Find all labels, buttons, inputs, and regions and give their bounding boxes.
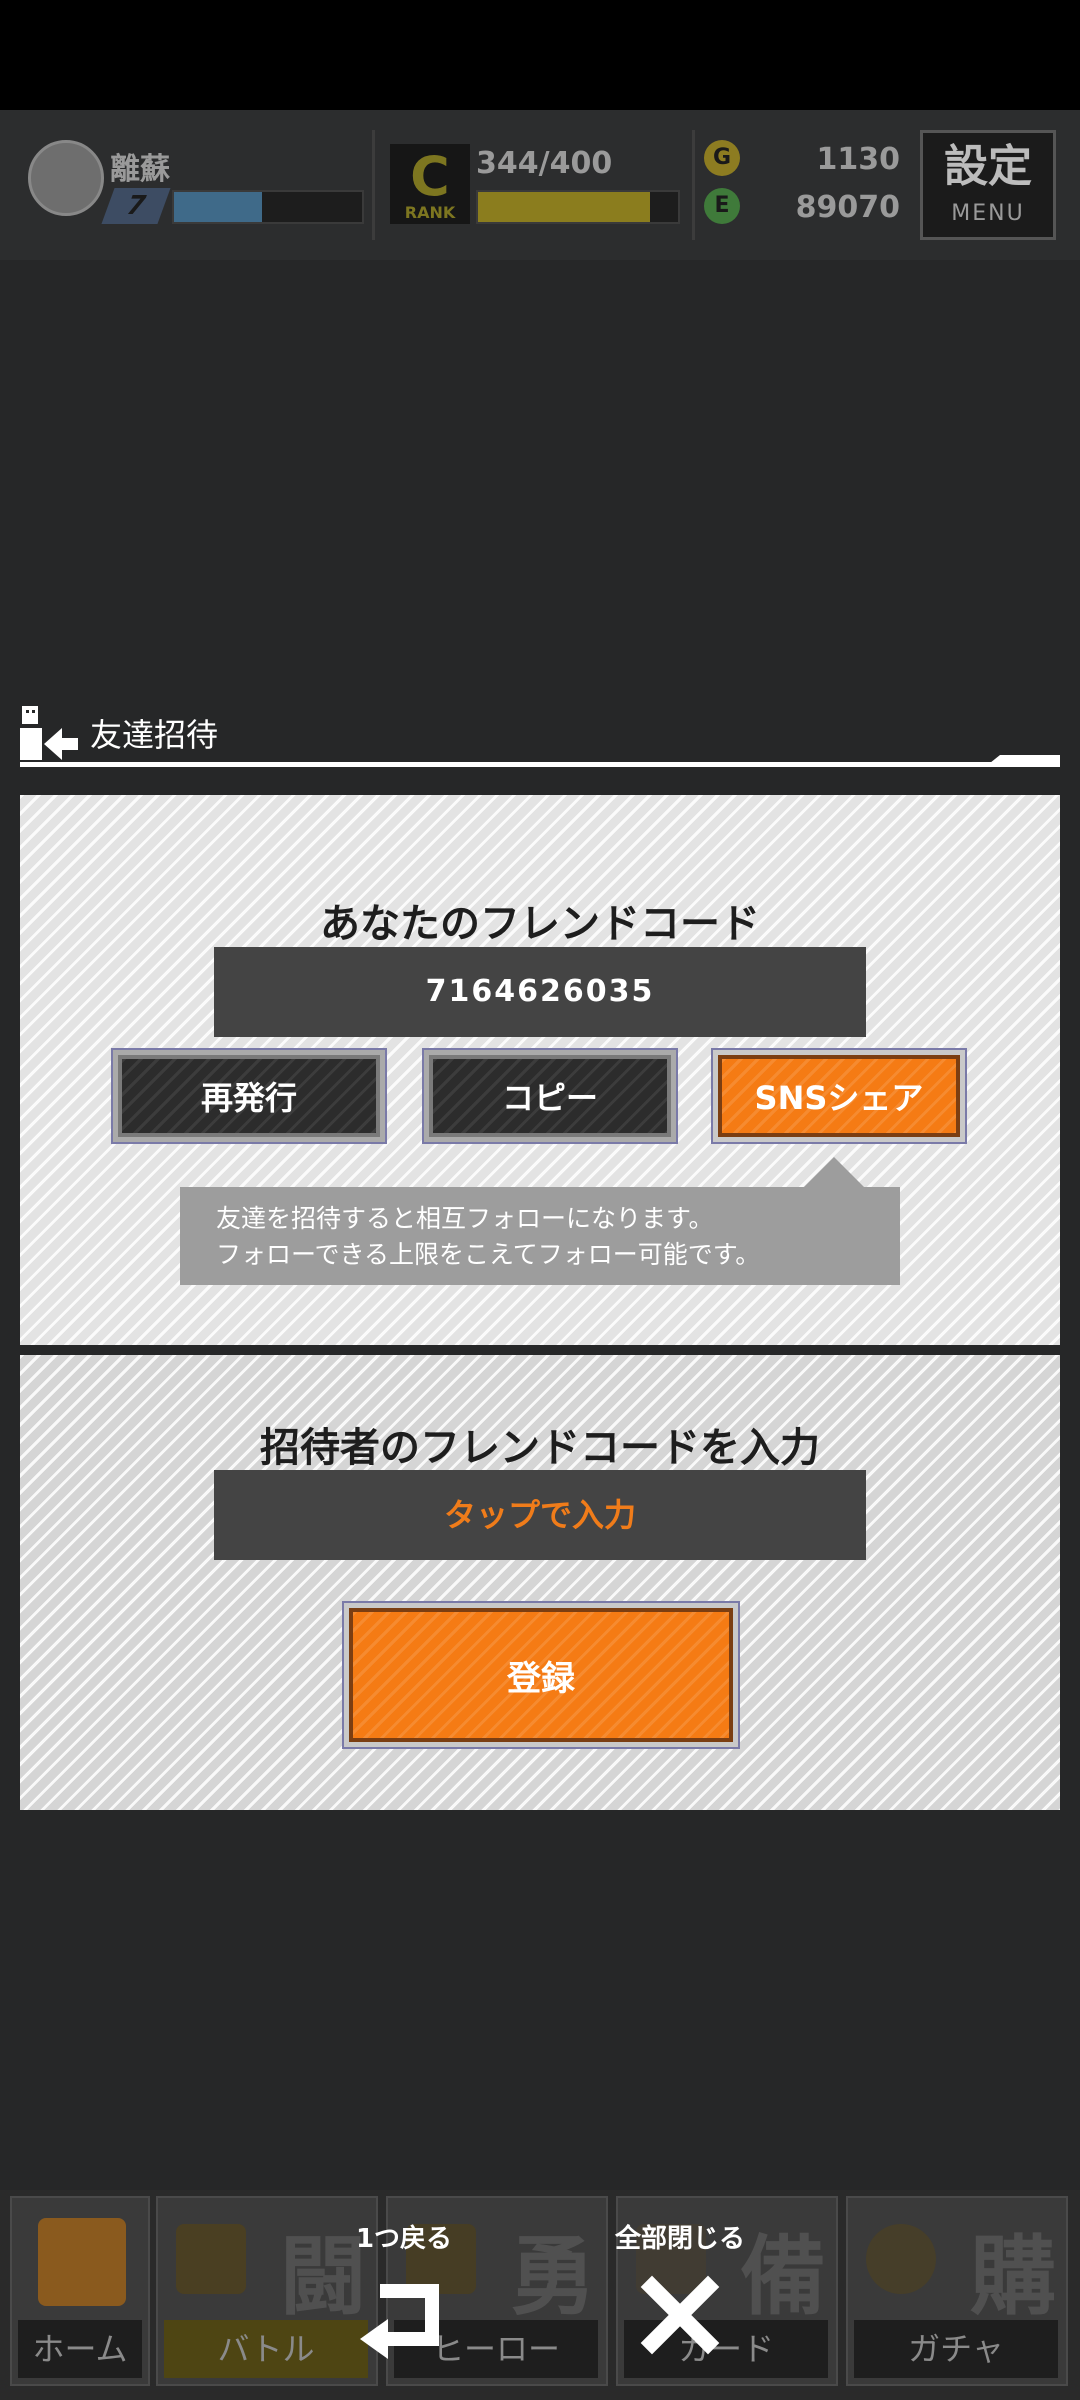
close-all-button[interactable]: 全部閉じる <box>600 2218 760 2378</box>
gold-count: 1130 <box>816 142 901 177</box>
close-icon <box>640 2275 720 2355</box>
tooltip-line-2: フォローできる上限をこえてフォロー可能です。 <box>216 1240 761 1269</box>
bottom-tab-bar: ホーム 闘 バトル 勇 ヒーロー 備 カード 購 ガチャ <box>0 2190 1080 2400</box>
status-bar <box>0 0 1080 110</box>
friend-invite-icon <box>20 706 78 760</box>
title-divider-accent <box>985 755 1060 767</box>
home-icon <box>38 2218 126 2306</box>
player-name: 離蘇 <box>110 152 170 187</box>
settings-kanji: 設定 <box>944 141 1032 192</box>
tab-hero-kanji: 勇 <box>510 2227 596 2327</box>
inviter-code-heading: 招待者のフレンドコードを入力 <box>260 1425 820 1471</box>
energy-icon: E <box>704 188 740 224</box>
level-badge: 7 <box>101 188 171 224</box>
tooltip-arrow <box>802 1157 866 1189</box>
player-hud: 離蘇 7 C RANK 344/400 G 1130 E 89070 設定 ME… <box>0 110 1080 260</box>
tab-gacha-label: ガチャ <box>854 2320 1058 2378</box>
close-all-label: 全部閉じる <box>614 2224 745 2254</box>
back-one-label: 1つ戻る <box>355 2224 453 2254</box>
tab-gacha-kanji: 購 <box>970 2227 1056 2327</box>
gold-coin-icon: G <box>704 140 740 176</box>
stamina-bar <box>476 190 680 224</box>
own-code-heading: あなたのフレンドコード <box>320 901 760 947</box>
inviter-code-input[interactable]: タップで入力 <box>214 1470 866 1560</box>
back-arrow-icon <box>360 2284 439 2359</box>
back-one-button[interactable]: 1つ戻る <box>324 2218 484 2378</box>
inviter-code-panel: 招待者のフレンドコードを入力 タップで入力 登録 <box>20 1355 1060 1810</box>
stamina-bar-fill <box>478 192 650 222</box>
dialog-title-text: 友達招待 <box>90 716 219 754</box>
reissue-button-label: 再発行 <box>118 1055 380 1137</box>
rank-letter: C <box>410 145 450 208</box>
settings-menu-label: MENU <box>951 201 1025 226</box>
title-divider <box>20 762 1060 767</box>
energy-count: 89070 <box>795 190 900 225</box>
sns-share-button[interactable]: SNSシェア <box>711 1048 967 1144</box>
register-button-label: 登録 <box>349 1608 733 1742</box>
stamina-value: 344/400 <box>476 146 613 181</box>
sns-share-button-label: SNSシェア <box>718 1055 960 1137</box>
copy-button-label: コピー <box>429 1055 671 1137</box>
exp-bar <box>172 190 364 224</box>
own-friend-code-panel: あなたのフレンドコード 7164626035 再発行 コピー SNSシェア 友達… <box>20 795 1060 1345</box>
reissue-button[interactable]: 再発行 <box>111 1048 387 1144</box>
rank-label: RANK <box>404 203 456 222</box>
copy-button[interactable]: コピー <box>422 1048 678 1144</box>
gamepad-icon <box>176 2224 246 2294</box>
register-button[interactable]: 登録 <box>342 1601 740 1749</box>
gacha-icon <box>866 2224 936 2294</box>
tab-gacha[interactable]: 購 ガチャ <box>846 2196 1068 2386</box>
avatar[interactable] <box>28 140 104 216</box>
settings-menu-button[interactable]: 設定 MENU <box>920 130 1056 240</box>
tooltip-line-1: 友達を招待すると相互フォローになります。 <box>216 1204 714 1233</box>
friend-code-display: 7164626035 <box>214 947 866 1037</box>
tab-home[interactable]: ホーム <box>10 2196 150 2386</box>
rank-badge: C RANK <box>390 144 470 224</box>
hud-divider <box>692 130 695 240</box>
share-tooltip: 友達を招待すると相互フォローになります。 フォローできる上限をこえてフォロー可能… <box>180 1187 900 1285</box>
hud-divider <box>372 130 375 240</box>
tab-home-label: ホーム <box>18 2320 142 2378</box>
exp-bar-fill <box>174 192 263 222</box>
